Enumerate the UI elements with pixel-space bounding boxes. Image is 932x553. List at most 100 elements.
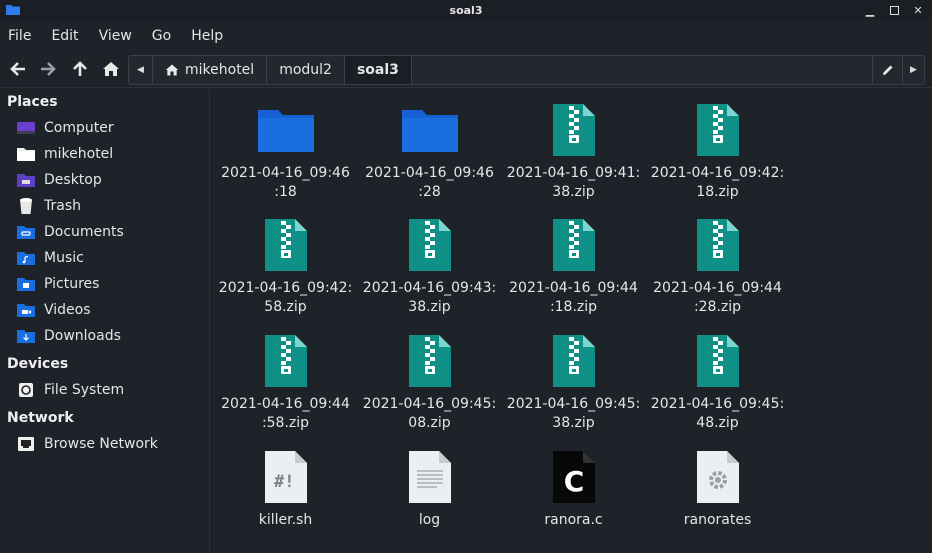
sidebar-item-label: Computer bbox=[44, 120, 114, 136]
breadcrumb-mikehotel[interactable]: mikehotel bbox=[153, 56, 268, 84]
file-name: ranorates bbox=[648, 511, 788, 530]
arrow-up-icon bbox=[73, 61, 87, 76]
menu-view[interactable]: View bbox=[99, 24, 140, 48]
breadcrumb-modul2[interactable]: modul2 bbox=[267, 56, 345, 84]
menu-edit[interactable]: Edit bbox=[51, 24, 86, 48]
file-item[interactable]: 2021-04-16_09:46 :28 bbox=[357, 99, 502, 202]
menu-help[interactable]: Help bbox=[191, 24, 231, 48]
zip-archive-icon bbox=[686, 214, 750, 276]
file-name: 2021-04-16_09:42: 58.zip bbox=[216, 279, 356, 317]
menu-go[interactable]: Go bbox=[152, 24, 179, 48]
svg-text:C: C bbox=[563, 465, 584, 498]
file-item[interactable]: 2021-04-16_09:42: 58.zip bbox=[213, 214, 358, 317]
pictures-icon bbox=[16, 276, 36, 292]
file-item[interactable]: ranorates bbox=[645, 446, 790, 530]
file-name-line: 2021-04-16_09:46 bbox=[365, 165, 494, 181]
back-button[interactable] bbox=[7, 58, 29, 80]
file-name: 2021-04-16_09:41: 38.zip bbox=[504, 164, 644, 202]
file-item[interactable]: 2021-04-16_09:45: 48.zip bbox=[645, 330, 790, 433]
file-name-line: 38.zip bbox=[552, 415, 595, 431]
sidebar-item-trash[interactable]: Trash bbox=[0, 193, 209, 219]
sidebar-item-label: mikehotel bbox=[44, 146, 114, 162]
sidebar-item-downloads[interactable]: Downloads bbox=[0, 323, 209, 349]
file-name: 2021-04-16_09:44:18.zip bbox=[504, 279, 644, 317]
sidebar-item-pictures[interactable]: Pictures bbox=[0, 271, 209, 297]
file-item[interactable]: log bbox=[357, 446, 502, 530]
file-name-line: 2021-04-16_09:42: bbox=[218, 280, 353, 296]
sidebar-item-browse-network[interactable]: Browse Network bbox=[0, 431, 209, 457]
file-name-line: 08.zip bbox=[408, 415, 451, 431]
edit-location-button[interactable] bbox=[872, 56, 902, 84]
menu-file[interactable]: File bbox=[8, 24, 39, 48]
svg-text:#!: #! bbox=[274, 472, 294, 492]
file-item[interactable]: Cranora.c bbox=[501, 446, 646, 530]
file-name-line: ranora.c bbox=[544, 512, 603, 528]
path-scroll-left-button[interactable]: ◀ bbox=[129, 56, 153, 84]
file-name: 2021-04-16_09:42: 18.zip bbox=[648, 164, 788, 202]
forward-button[interactable] bbox=[37, 58, 59, 80]
file-grid: 2021-04-16_09:46:18 2021-04-16_09:46:28 20… bbox=[211, 89, 932, 553]
file-name-line: 2021-04-16_09:41: bbox=[506, 165, 641, 181]
breadcrumb-label: mikehotel bbox=[185, 62, 255, 78]
arrow-left-icon bbox=[10, 62, 25, 76]
zip-archive-icon bbox=[542, 214, 606, 276]
file-item[interactable]: 2021-04-16_09:46:18 bbox=[213, 99, 358, 202]
file-name-line: killer.sh bbox=[258, 512, 313, 528]
path-bar-empty bbox=[412, 56, 872, 84]
breadcrumb-soal3[interactable]: soal3 bbox=[344, 56, 412, 84]
file-name: 2021-04-16_09:45: 08.zip bbox=[360, 395, 500, 433]
sidebar-item-label: Music bbox=[44, 250, 84, 266]
path-scroll-right-button[interactable]: ▶ bbox=[902, 56, 924, 84]
sidebar-item-label: Downloads bbox=[44, 328, 121, 344]
network-icon bbox=[16, 436, 36, 452]
arrow-right-icon bbox=[41, 62, 56, 76]
maximize-button[interactable] bbox=[886, 2, 902, 18]
file-name-line: log bbox=[418, 512, 441, 528]
sidebar-item-videos[interactable]: Videos bbox=[0, 297, 209, 323]
folder-icon bbox=[254, 99, 318, 161]
sidebar-item-documents[interactable]: Documents bbox=[0, 219, 209, 245]
music-icon bbox=[16, 250, 36, 266]
file-name-line: 48.zip bbox=[696, 415, 739, 431]
sidebar-item-label: Desktop bbox=[44, 172, 102, 188]
sidebar-item-mikehotel[interactable]: mikehotel bbox=[0, 141, 209, 167]
file-name: ranora.c bbox=[504, 511, 644, 530]
breadcrumb-label: soal3 bbox=[356, 62, 399, 78]
file-name: log bbox=[360, 511, 500, 530]
file-name-line: 18.zip bbox=[696, 184, 739, 200]
up-button[interactable] bbox=[69, 58, 91, 80]
sidebar-item-music[interactable]: Music bbox=[0, 245, 209, 271]
file-item[interactable]: 2021-04-16_09:45: 08.zip bbox=[357, 330, 502, 433]
file-item[interactable]: #! killer.sh bbox=[213, 446, 358, 530]
sidebar-item-file-system[interactable]: File System bbox=[0, 377, 209, 403]
zip-archive-icon bbox=[542, 99, 606, 161]
file-name: killer.sh bbox=[216, 511, 356, 530]
videos-icon bbox=[16, 302, 36, 318]
zip-archive-icon bbox=[254, 214, 318, 276]
file-name-line: 2021-04-16_09:45: bbox=[506, 396, 641, 412]
sidebar-item-desktop[interactable]: Desktop bbox=[0, 167, 209, 193]
file-item[interactable]: 2021-04-16_09:44:28.zip bbox=[645, 214, 790, 317]
sidebar-item-label: File System bbox=[44, 382, 125, 398]
home-button[interactable] bbox=[100, 58, 122, 80]
file-item[interactable]: 2021-04-16_09:43: 38.zip bbox=[357, 214, 502, 317]
home-icon bbox=[103, 62, 119, 76]
home-icon bbox=[165, 64, 179, 76]
file-name: 2021-04-16_09:46 :28 bbox=[360, 164, 500, 202]
file-name: 2021-04-16_09:45: 48.zip bbox=[648, 395, 788, 433]
file-name-line: :28.zip bbox=[693, 299, 742, 315]
file-item[interactable]: 2021-04-16_09:45: 38.zip bbox=[501, 330, 646, 433]
file-name-line: :58.zip bbox=[261, 415, 310, 431]
file-item[interactable]: 2021-04-16_09:42: 18.zip bbox=[645, 99, 790, 202]
file-item[interactable]: 2021-04-16_09:44:58.zip bbox=[213, 330, 358, 433]
drive-icon bbox=[16, 382, 36, 398]
close-button[interactable]: ✕ bbox=[910, 2, 926, 18]
desktop-icon bbox=[16, 172, 36, 188]
file-name-line: 38.zip bbox=[408, 299, 451, 315]
file-name: 2021-04-16_09:44:28.zip bbox=[648, 279, 788, 317]
file-name-line: :28 bbox=[418, 184, 441, 200]
file-item[interactable]: 2021-04-16_09:41: 38.zip bbox=[501, 99, 646, 202]
minimize-button[interactable]: ▁ bbox=[862, 2, 878, 18]
file-item[interactable]: 2021-04-16_09:44:18.zip bbox=[501, 214, 646, 317]
sidebar-item-computer[interactable]: Computer bbox=[0, 115, 209, 141]
